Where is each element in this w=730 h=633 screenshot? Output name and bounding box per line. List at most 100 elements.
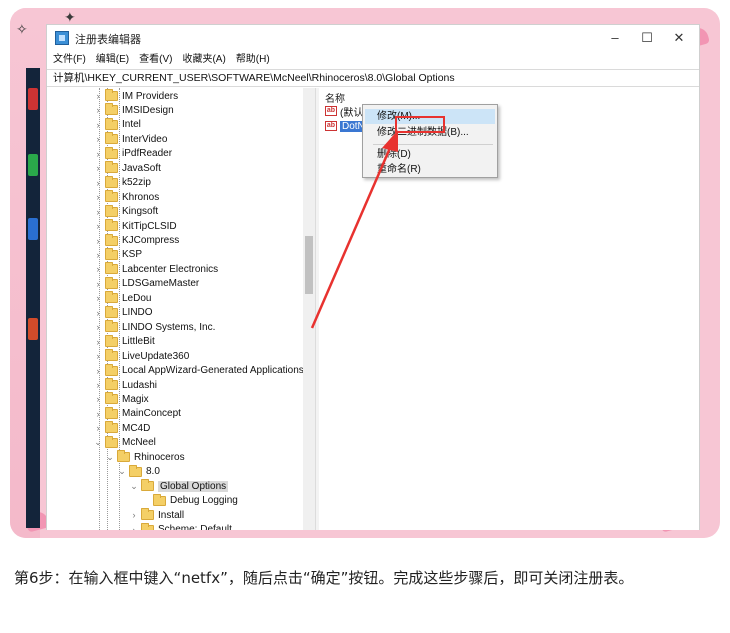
- chevron-right-icon[interactable]: ›: [93, 250, 103, 260]
- tree-node-label: Local AppWizard-Generated Applications: [122, 365, 304, 377]
- chevron-right-icon[interactable]: ›: [93, 293, 103, 303]
- tree-node-label: Scheme: Default: [158, 524, 232, 530]
- tree-node[interactable]: Debug Logging: [141, 493, 238, 508]
- address-bar[interactable]: 计算机\HKEY_CURRENT_USER\SOFTWARE\McNeel\Rh…: [47, 69, 699, 87]
- tree-node[interactable]: › JavaSoft: [93, 161, 161, 175]
- tree-node[interactable]: › Ludashi: [93, 378, 157, 392]
- folder-icon: [105, 190, 118, 203]
- menu-item-delete[interactable]: 删除(D): [377, 147, 495, 162]
- close-button[interactable]: ✕: [663, 28, 695, 48]
- menu-favorites[interactable]: 收藏夹(A): [182, 51, 225, 69]
- registry-editor-window: 注册表编辑器 – ☐ ✕ 文件(F) 编辑(E) 查看(V) 收藏夹(A) 帮助…: [46, 24, 700, 530]
- chevron-down-icon[interactable]: ⌄: [117, 466, 127, 477]
- tree-node[interactable]: › LeDou: [93, 291, 151, 305]
- tree-node[interactable]: › LittleBit: [93, 334, 155, 349]
- menu-separator: [373, 144, 493, 145]
- chevron-right-icon[interactable]: ›: [93, 105, 103, 115]
- tree-node[interactable]: › KJCompress: [93, 233, 179, 248]
- folder-icon: [105, 392, 118, 405]
- tree-node[interactable]: › Magix: [93, 392, 149, 406]
- tree-node-label: iPdfReader: [122, 148, 173, 160]
- chevron-right-icon[interactable]: ›: [93, 409, 103, 419]
- chevron-right-icon[interactable]: ›: [129, 510, 139, 520]
- chevron-right-icon[interactable]: ›: [93, 308, 103, 318]
- tree-scrollbar[interactable]: [303, 88, 315, 530]
- tree-node[interactable]: ⌄ McNeel: [93, 435, 156, 450]
- chevron-right-icon[interactable]: ›: [93, 91, 103, 101]
- chevron-right-icon[interactable]: ›: [93, 366, 103, 376]
- tree-node[interactable]: › Local AppWizard-Generated Applications: [93, 363, 304, 378]
- tree-node-label: Ludashi: [122, 379, 158, 391]
- chevron-right-icon[interactable]: ›: [93, 380, 103, 390]
- tree-node[interactable]: › IMSIDesign: [93, 103, 174, 117]
- tree-node[interactable]: ⌄ Rhinoceros: [105, 450, 185, 464]
- menu-edit[interactable]: 编辑(E): [96, 51, 129, 69]
- tree-node[interactable]: ⌄ 8.0: [117, 464, 160, 479]
- tree-node[interactable]: › KSP: [93, 247, 143, 262]
- tree-node-label: LittleBit: [122, 336, 155, 348]
- folder-icon: [105, 334, 118, 347]
- chevron-right-icon[interactable]: ›: [93, 207, 103, 217]
- minimize-button[interactable]: –: [599, 28, 631, 48]
- tree-node-label: Labcenter Electronics: [122, 263, 219, 275]
- menu-help[interactable]: 帮助(H): [236, 51, 270, 69]
- chevron-right-icon[interactable]: ›: [93, 178, 103, 188]
- tree-node[interactable]: › MainConcept: [93, 406, 181, 421]
- chevron-down-icon[interactable]: ⌄: [129, 481, 139, 492]
- step-caption: 第6步：在输入框中键入“netfx”，随后点击“确定”按钮。完成这些步骤后，即可…: [14, 569, 634, 587]
- tree-node-label: Intel: [122, 119, 141, 131]
- menu-view[interactable]: 查看(V): [139, 51, 172, 69]
- chevron-right-icon[interactable]: ›: [93, 236, 103, 246]
- tree-node-label: KitTipCLSID: [122, 220, 177, 232]
- folder-icon: [105, 276, 118, 289]
- chevron-right-icon[interactable]: ›: [129, 525, 139, 531]
- tree-node[interactable]: › Install: [129, 508, 184, 522]
- maximize-button[interactable]: ☐: [631, 28, 663, 48]
- chevron-right-icon[interactable]: ›: [93, 322, 103, 332]
- tree-node[interactable]: › k52zip: [93, 175, 151, 190]
- tree-node[interactable]: › LiveUpdate360: [93, 349, 189, 363]
- tree-node-label: MainConcept: [122, 408, 181, 420]
- tree-node[interactable]: › KitTipCLSID: [93, 219, 177, 233]
- menu-file[interactable]: 文件(F): [53, 51, 86, 69]
- chevron-right-icon[interactable]: ›: [93, 221, 103, 231]
- chevron-right-icon[interactable]: ›: [93, 192, 103, 202]
- tree-node-label: Install: [158, 509, 185, 521]
- tree-node-label: KSP: [122, 249, 143, 261]
- tree-node[interactable]: › MC4D: [93, 421, 150, 435]
- tree-node[interactable]: › LINDO: [93, 305, 153, 320]
- chevron-right-icon[interactable]: ›: [93, 337, 103, 347]
- tree-node[interactable]: › Scheme: Default: [129, 522, 232, 531]
- chevron-right-icon[interactable]: ›: [93, 394, 103, 404]
- folder-icon: [141, 479, 154, 492]
- tree-node[interactable]: › Kingsoft: [93, 204, 158, 219]
- chevron-right-icon[interactable]: ›: [93, 351, 103, 361]
- window-title: 注册表编辑器: [75, 34, 141, 46]
- tree-node[interactable]: › LINDO Systems, Inc.: [93, 320, 215, 334]
- chevron-right-icon[interactable]: ›: [93, 423, 103, 433]
- tree-node[interactable]: › IM Providers: [93, 89, 178, 103]
- chevron-right-icon[interactable]: ›: [93, 134, 103, 144]
- desktop-strip: [26, 68, 40, 528]
- chevron-right-icon[interactable]: ›: [93, 120, 103, 130]
- tree-node[interactable]: › Khronos: [93, 190, 159, 204]
- tree-node[interactable]: › LDSGameMaster: [93, 276, 199, 291]
- chevron-right-icon[interactable]: ›: [93, 163, 103, 173]
- value-row-default[interactable]: ab (默认): [325, 104, 367, 119]
- folder-icon: [105, 349, 118, 362]
- chevron-down-icon[interactable]: ⌄: [93, 437, 103, 448]
- tree-scroll-thumb[interactable]: [305, 236, 313, 294]
- chevron-right-icon[interactable]: ›: [93, 279, 103, 289]
- menu-item-rename[interactable]: 重命名(R): [377, 162, 495, 177]
- tree-node[interactable]: ⌄ Global Options: [129, 479, 229, 493]
- chevron-right-icon[interactable]: ›: [93, 149, 103, 159]
- tree-node-label: LiveUpdate360: [122, 350, 190, 362]
- tree-node[interactable]: › iPdfReader: [93, 146, 173, 161]
- tree-node[interactable]: › Intel: [93, 117, 141, 132]
- tree-node[interactable]: › InterVideo: [93, 132, 167, 146]
- chevron-down-icon[interactable]: ⌄: [105, 452, 115, 463]
- tree-node-label: Khronos: [122, 191, 160, 203]
- tree-node[interactable]: › Labcenter Electronics: [93, 262, 218, 276]
- chevron-right-icon[interactable]: ›: [93, 264, 103, 274]
- registry-app-icon: [55, 31, 69, 45]
